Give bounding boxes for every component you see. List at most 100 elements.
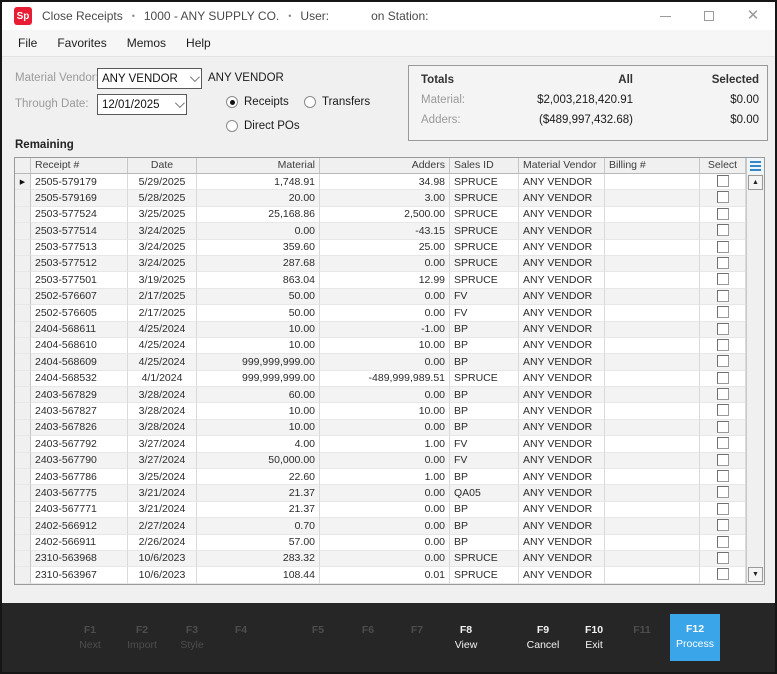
vertical-scrollbar[interactable]: ▲ ▼: [746, 174, 764, 584]
radio-transfers[interactable]: Transfers: [304, 96, 370, 108]
table-row[interactable]: 2404-568611 4/25/2024 10.00 -1.00 BP ANY…: [15, 321, 764, 338]
table-row[interactable]: 2403-567826 3/28/2024 10.00 0.00 BP ANY …: [15, 419, 764, 437]
scroll-down-button[interactable]: ▼: [748, 567, 763, 582]
material-vendor-combobox[interactable]: ANY VENDOR: [97, 68, 202, 89]
table-row[interactable]: 2402-566911 2/26/2024 57.00 0.00 BP ANY …: [15, 534, 764, 551]
table-row[interactable]: 2404-568609 4/25/2024 999,999,999.00 0.0…: [15, 354, 764, 371]
menu-favorites[interactable]: Favorites: [47, 32, 116, 54]
select-checkbox[interactable]: [716, 322, 729, 335]
table-row[interactable]: 2505-579169 5/28/2025 20.00 3.00 SPRUCE …: [15, 190, 764, 207]
select-checkbox[interactable]: [716, 502, 729, 515]
table-row[interactable]: 2310-563967 10/6/2023 108.44 0.01 SPRUCE…: [15, 567, 764, 584]
radio-direct-pos[interactable]: Direct POs: [226, 120, 300, 132]
row-selector-cell[interactable]: [15, 403, 31, 420]
table-row[interactable]: 2402-566912 2/27/2024 0.70 0.00 BP ANY V…: [15, 518, 764, 535]
row-selector-cell[interactable]: [15, 387, 31, 404]
minimize-button[interactable]: [643, 2, 687, 30]
row-selector-cell[interactable]: [15, 534, 31, 551]
select-checkbox[interactable]: [716, 519, 729, 532]
table-row[interactable]: 2404-568532 4/1/2024 999,999,999.00 -489…: [15, 370, 764, 388]
row-selector-cell[interactable]: [15, 255, 31, 273]
select-checkbox[interactable]: [716, 306, 729, 319]
row-selector-cell[interactable]: [15, 337, 31, 355]
row-selector-cell[interactable]: [15, 485, 31, 502]
fkey-f8-button[interactable]: F8 View: [441, 616, 491, 660]
header-material-vendor[interactable]: Material Vendor: [519, 158, 605, 173]
scroll-up-button[interactable]: ▲: [748, 175, 763, 190]
header-adders[interactable]: Adders: [320, 158, 450, 173]
select-checkbox[interactable]: [716, 240, 729, 253]
row-selector-cell[interactable]: [15, 354, 31, 371]
menu-file[interactable]: File: [8, 32, 47, 54]
fkey-f12-button[interactable]: F12 Process: [670, 614, 720, 661]
header-sales-id[interactable]: Sales ID: [450, 158, 519, 173]
table-row[interactable]: 2404-568610 4/25/2024 10.00 10.00 BP ANY…: [15, 337, 764, 355]
select-checkbox[interactable]: [716, 191, 729, 204]
menu-memos[interactable]: Memos: [117, 32, 176, 54]
table-row[interactable]: 2502-576607 2/17/2025 50.00 0.00 FV ANY …: [15, 288, 764, 306]
table-row[interactable]: ▶ 2505-579179 5/29/2025 1,748.91 34.98 S…: [15, 174, 764, 191]
select-checkbox[interactable]: [716, 273, 729, 286]
grid-menu-icon[interactable]: [746, 158, 764, 174]
select-checkbox[interactable]: [716, 338, 729, 351]
through-date-combobox[interactable]: 12/01/2025: [97, 94, 187, 115]
select-checkbox[interactable]: [716, 388, 729, 401]
select-checkbox[interactable]: [716, 404, 729, 417]
table-row[interactable]: 2503-577514 3/24/2025 0.00 -43.15 SPRUCE…: [15, 223, 764, 240]
select-checkbox[interactable]: [716, 355, 729, 368]
close-button[interactable]: ✕: [731, 2, 775, 30]
header-billing[interactable]: Billing #: [605, 158, 700, 173]
row-selector-cell[interactable]: [15, 419, 31, 437]
table-row[interactable]: 2503-577524 3/25/2025 25,168.86 2,500.00…: [15, 206, 764, 224]
select-checkbox[interactable]: [716, 453, 729, 466]
maximize-button[interactable]: [687, 2, 731, 30]
row-selector-cell[interactable]: [15, 370, 31, 388]
select-checkbox[interactable]: [716, 437, 729, 450]
row-selector-cell[interactable]: [15, 239, 31, 256]
row-selector-cell[interactable]: [15, 206, 31, 224]
table-row[interactable]: 2503-577501 3/19/2025 863.04 12.99 SPRUC…: [15, 272, 764, 289]
select-checkbox[interactable]: [716, 551, 729, 564]
table-row[interactable]: 2403-567829 3/28/2024 60.00 0.00 BP ANY …: [15, 387, 764, 404]
select-checkbox[interactable]: [716, 486, 729, 499]
header-date[interactable]: Date: [128, 158, 197, 173]
row-selector-cell[interactable]: [15, 518, 31, 535]
row-selector-cell[interactable]: [15, 272, 31, 289]
table-row[interactable]: 2310-563968 10/6/2023 283.32 0.00 SPRUCE…: [15, 550, 764, 568]
table-row[interactable]: 2503-577512 3/24/2025 287.68 0.00 SPRUCE…: [15, 255, 764, 273]
row-selector-cell[interactable]: ▶: [15, 174, 31, 191]
table-row[interactable]: 2403-567827 3/28/2024 10.00 10.00 BP ANY…: [15, 403, 764, 420]
select-checkbox[interactable]: [716, 568, 729, 581]
select-checkbox[interactable]: [716, 420, 729, 433]
menu-help[interactable]: Help: [176, 32, 221, 54]
header-material[interactable]: Material: [197, 158, 320, 173]
table-row[interactable]: 2403-567786 3/25/2024 22.60 1.00 BP ANY …: [15, 469, 764, 486]
row-selector-cell[interactable]: [15, 550, 31, 568]
table-row[interactable]: 2403-567792 3/27/2024 4.00 1.00 FV ANY V…: [15, 436, 764, 453]
select-checkbox[interactable]: [716, 535, 729, 548]
select-checkbox[interactable]: [716, 371, 729, 384]
table-row[interactable]: 2403-567790 3/27/2024 50,000.00 0.00 FV …: [15, 452, 764, 470]
fkey-f9-button[interactable]: F9 Cancel: [518, 616, 568, 660]
row-selector-cell[interactable]: [15, 223, 31, 240]
row-selector-cell[interactable]: [15, 321, 31, 338]
row-selector-cell[interactable]: [15, 305, 31, 322]
table-row[interactable]: 2502-576605 2/17/2025 50.00 0.00 FV ANY …: [15, 305, 764, 322]
header-receipt[interactable]: Receipt #: [31, 158, 128, 173]
select-checkbox[interactable]: [716, 175, 729, 187]
table-row[interactable]: 2403-567771 3/21/2024 21.37 0.00 BP ANY …: [15, 501, 764, 519]
select-checkbox[interactable]: [716, 207, 729, 220]
header-select[interactable]: Select: [700, 158, 746, 173]
row-selector-cell[interactable]: [15, 567, 31, 584]
row-selector-cell[interactable]: [15, 190, 31, 207]
fkey-f10-button[interactable]: F10 Exit: [569, 616, 619, 660]
row-selector-cell[interactable]: [15, 288, 31, 306]
row-selector-cell[interactable]: [15, 469, 31, 486]
select-checkbox[interactable]: [716, 470, 729, 483]
select-checkbox[interactable]: [716, 224, 729, 237]
select-checkbox[interactable]: [716, 289, 729, 302]
row-selector-cell[interactable]: [15, 501, 31, 519]
select-checkbox[interactable]: [716, 256, 729, 269]
table-row[interactable]: 2403-567775 3/21/2024 21.37 0.00 QA05 AN…: [15, 485, 764, 502]
table-row[interactable]: 2503-577513 3/24/2025 359.60 25.00 SPRUC…: [15, 239, 764, 256]
